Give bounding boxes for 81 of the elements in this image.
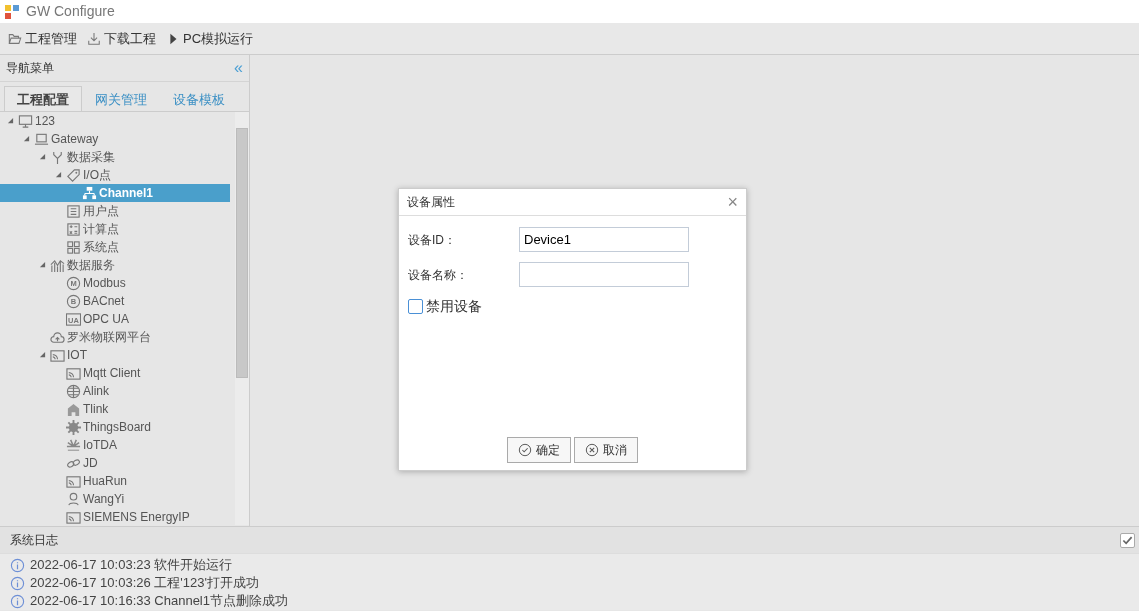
calculator-icon (66, 221, 81, 237)
tree-item[interactable]: Tlink (0, 400, 230, 418)
checkbox-label: 禁用设备 (426, 297, 482, 316)
tree-item[interactable]: 数据采集 (0, 148, 230, 166)
panel-title: 导航菜单 (6, 60, 54, 77)
download-icon (87, 31, 101, 46)
info-icon (10, 593, 25, 609)
folder-icon (8, 31, 22, 46)
monitor-icon (18, 113, 33, 129)
tree-item[interactable]: WangYi (0, 490, 230, 508)
tab[interactable]: 工程配置 (4, 86, 82, 111)
tree-item[interactable]: IoTDA (0, 436, 230, 454)
info-icon (10, 575, 25, 591)
tree-item[interactable]: 数据服务 (0, 256, 230, 274)
cast-icon (50, 347, 65, 363)
tree-item[interactable]: Gateway (0, 130, 230, 148)
dialog-title: 设备属性 (407, 194, 455, 211)
gear-icon (66, 419, 81, 435)
house-icon (66, 401, 81, 417)
auto-scroll-checkbox[interactable] (1120, 532, 1135, 548)
info-icon (10, 557, 25, 573)
tree-item[interactable]: 系统点 (0, 238, 230, 256)
tree-item[interactable]: 计算点 (0, 220, 230, 238)
cancel-button[interactable]: 取消 (574, 437, 638, 463)
field-label: 设备名称： (408, 266, 469, 284)
tree-item[interactable]: ThingsBoard (0, 418, 230, 436)
check-circle-icon (518, 443, 532, 457)
person-icon (66, 491, 81, 507)
tree-item[interactable]: SIEMENS EnergyIP (0, 508, 230, 525)
tree-item[interactable]: I/O点 (0, 166, 230, 184)
tree-item[interactable]: IOT (0, 346, 230, 364)
tree-item[interactable]: B BACnet (0, 292, 230, 310)
field-label: 设备ID： (408, 231, 457, 249)
cast-icon (66, 365, 81, 381)
close-button[interactable]: × (727, 193, 738, 211)
tree-item[interactable]: 用户点 (0, 202, 230, 220)
circle-b-icon: B (66, 293, 81, 309)
expand-toggle-icon[interactable] (6, 117, 14, 125)
app-logo-icon (4, 3, 20, 20)
log-entry: 2022-06-17 10:03:26 工程'123'打开成功 (30, 574, 259, 593)
tree-item[interactable]: M Modbus (0, 274, 230, 292)
tree-item[interactable]: 123 (0, 112, 230, 130)
input-field[interactable] (519, 262, 689, 287)
cancel-circle-icon (585, 443, 599, 457)
tag-icon (66, 167, 81, 183)
expand-toggle-icon[interactable] (38, 153, 46, 161)
expand-toggle-icon[interactable] (38, 261, 46, 269)
scrollbar-thumb[interactable] (236, 128, 248, 378)
grid-icon (66, 239, 81, 255)
globe-icon (66, 383, 81, 399)
laptop-icon (34, 131, 49, 147)
log-entry: 2022-06-17 10:03:23 软件开始运行 (30, 556, 233, 575)
ua-icon: UA (66, 311, 81, 327)
toolbar-button[interactable]: 下载工程 (87, 28, 156, 49)
tree-item[interactable]: HuaRun (0, 472, 230, 490)
toolbar-button[interactable]: PC模拟运行 (166, 28, 254, 49)
expand-toggle-icon[interactable] (38, 351, 46, 359)
tree-item[interactable]: JD (0, 454, 230, 472)
tree-item[interactable]: UA OPC UA (0, 310, 230, 328)
circle-m-icon: M (66, 275, 81, 291)
branch-icon (50, 149, 65, 165)
cloud-icon (50, 329, 65, 345)
tree-item[interactable]: 罗米物联网平台 (0, 328, 230, 346)
cast-icon (66, 509, 81, 525)
panel-title: 系统日志 (10, 532, 58, 549)
tree-item[interactable]: Mqtt Client (0, 364, 230, 382)
cast-icon (66, 473, 81, 489)
window-title: GW Configure (26, 2, 115, 21)
checkbox[interactable] (408, 299, 423, 314)
input-field[interactable]: Device1 (519, 227, 689, 252)
check-icon (1122, 534, 1133, 546)
list-icon (66, 203, 81, 219)
toolbar-button[interactable]: 工程管理 (8, 28, 77, 49)
network-icon (82, 185, 97, 201)
tree-item[interactable]: Alink (0, 382, 230, 400)
flower-icon (66, 437, 81, 453)
expand-toggle-icon[interactable] (22, 135, 30, 143)
bar-chart-icon (50, 257, 65, 273)
log-entry: 2022-06-17 10:16:33 Channel1节点删除成功 (30, 592, 288, 611)
expand-toggle-icon[interactable] (54, 171, 62, 179)
confirm-button[interactable]: 确定 (507, 437, 571, 463)
